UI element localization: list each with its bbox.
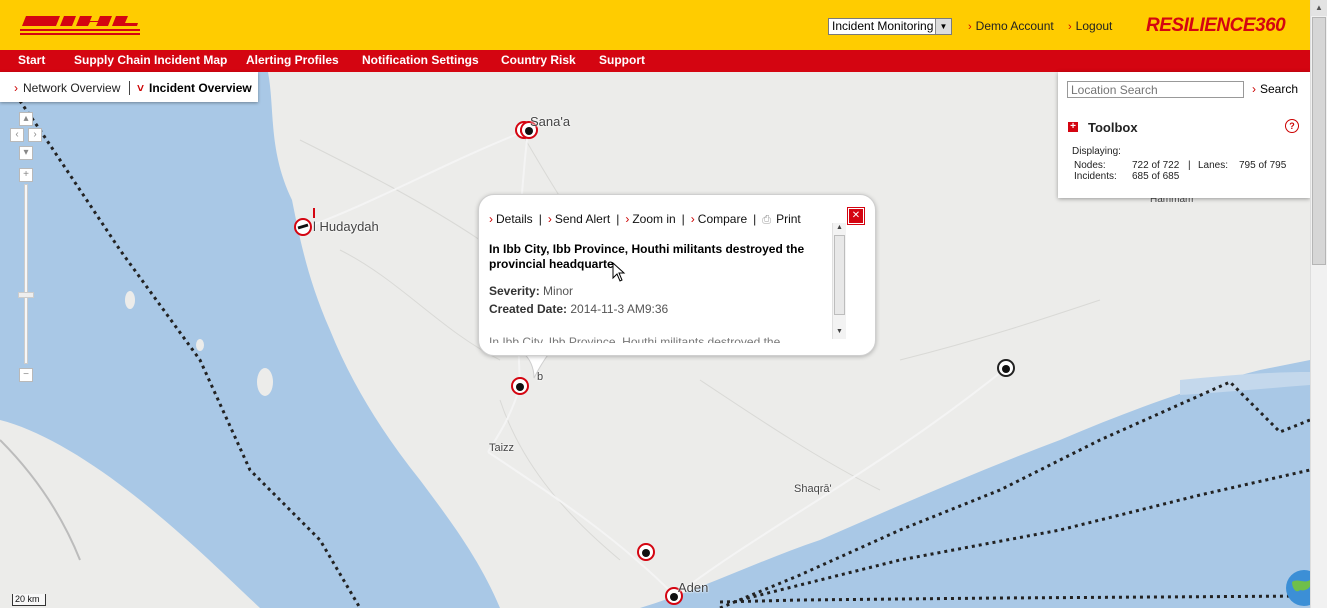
- mouse-cursor-icon: [612, 262, 626, 282]
- globe-icon[interactable]: [1284, 568, 1310, 608]
- displaying-label: Displaying:: [1072, 146, 1121, 157]
- nav-supply-chain-incident-map[interactable]: Supply Chain Incident Map: [74, 53, 227, 67]
- expand-plus-icon[interactable]: +: [1068, 122, 1078, 132]
- printer-icon: ⎙: [762, 214, 772, 226]
- caret-right-icon: ›: [1252, 82, 1256, 96]
- nav-alerting-profiles[interactable]: Alerting Profiles: [246, 53, 339, 67]
- tab-incident-overview[interactable]: ˅ Incident Overview: [137, 81, 252, 95]
- zoom-in-link[interactable]: › Zoom in: [625, 212, 675, 226]
- help-icon[interactable]: ?: [1285, 119, 1299, 133]
- tab-divider: [129, 81, 130, 95]
- tab-network-overview[interactable]: › Network Overview: [14, 81, 120, 95]
- scroll-up-icon[interactable]: ▲: [1311, 0, 1327, 16]
- incident-popup: › Details | › Send Alert | › Zoom in | › Compare | ⎙…: [478, 194, 876, 356]
- link-divider: |: [616, 212, 620, 226]
- nav-notification-settings[interactable]: Notification Settings: [362, 53, 479, 67]
- incident-marker[interactable]: [637, 543, 655, 561]
- created-date-field: Created Date: 2014-11-3 AM9:36: [489, 302, 669, 316]
- stats-divider: |: [1188, 160, 1191, 171]
- resilience360-brand: RESILIENCE360: [1146, 15, 1286, 36]
- map-label-hudaydah: l Hudaydah: [313, 219, 379, 234]
- map-scale: 20 km: [12, 594, 46, 606]
- header-bar: Incident Monitoring ▼ › Demo Account › Log…: [0, 0, 1310, 50]
- map-label-aden: Aden: [678, 580, 709, 595]
- map-label-sanaa: Sana'a: [530, 114, 571, 129]
- caret-right-icon: ›: [968, 21, 972, 33]
- created-date-value: 2014-11-3 AM9:36: [570, 302, 669, 316]
- main-nav: Start Supply Chain Incident Map Alerting…: [0, 50, 1310, 72]
- search-button[interactable]: › Search: [1252, 82, 1298, 96]
- caret-right-icon: ›: [547, 212, 552, 226]
- chevron-down-icon[interactable]: ▼: [935, 19, 951, 34]
- incident-description: In Ibb City, Ibb Province, Houthi milita…: [489, 335, 781, 343]
- mode-select[interactable]: Incident Monitoring ▼: [828, 18, 952, 35]
- nodes-value: 722 of 722: [1132, 160, 1180, 171]
- link-divider: |: [681, 212, 685, 226]
- scroll-up-icon[interactable]: ▲: [833, 223, 846, 233]
- view-tabs: › Network Overview ˅ Incident Overview: [0, 72, 258, 102]
- print-link[interactable]: ⎙ Print: [762, 212, 801, 226]
- demo-account-link[interactable]: › Demo Account: [968, 19, 1054, 33]
- popup-scroll-thumb[interactable]: [834, 235, 845, 315]
- zoom-out-icon[interactable]: −: [19, 368, 33, 382]
- severity-field: Severity: Minor: [489, 284, 574, 298]
- nav-country-risk[interactable]: Country Risk: [501, 53, 576, 67]
- incident-marker[interactable]: [294, 218, 312, 236]
- popup-pointer: [522, 352, 552, 379]
- caret-right-icon: ›: [1068, 21, 1072, 33]
- pan-up-icon[interactable]: ▴: [19, 112, 33, 126]
- pan-down-icon[interactable]: ▾: [19, 146, 33, 160]
- zoom-in-icon[interactable]: +: [19, 168, 33, 182]
- mode-select-value: Incident Monitoring: [832, 19, 934, 33]
- nav-start[interactable]: Start: [18, 53, 45, 67]
- send-alert-link[interactable]: › Send Alert: [548, 212, 610, 226]
- lanes-value: 795 of 795: [1239, 160, 1287, 171]
- caret-right-icon: ›: [14, 81, 18, 95]
- details-link[interactable]: › Details: [489, 212, 533, 226]
- close-icon[interactable]: ✕: [847, 207, 865, 225]
- compare-link[interactable]: › Compare: [691, 212, 747, 226]
- popup-actions: › Details | › Send Alert | › Zoom in | › Compare | ⎙…: [489, 212, 801, 227]
- page-scrollbar[interactable]: ▲: [1310, 0, 1327, 608]
- incident-marker[interactable]: [997, 359, 1015, 377]
- zoom-slider-track[interactable]: [24, 184, 28, 364]
- pan-left-icon[interactable]: ‹: [10, 128, 24, 142]
- link-divider: |: [538, 212, 542, 226]
- nodes-label: Nodes:: [1074, 160, 1106, 171]
- logout-link[interactable]: › Logout: [1068, 19, 1112, 33]
- incidents-label: Incidents:: [1074, 171, 1117, 182]
- incidents-value: 685 of 685: [1132, 171, 1180, 182]
- toolbox-panel: ›Search + Toolbox ? Displaying: Nodes: 7…: [1058, 72, 1310, 198]
- location-search-input[interactable]: [1067, 81, 1244, 98]
- caret-right-icon: ›: [489, 212, 493, 226]
- zoom-slider-thumb[interactable]: [18, 292, 34, 298]
- link-divider: |: [753, 212, 757, 226]
- alert-mark-icon: [313, 208, 315, 218]
- dhl-logo[interactable]: [20, 12, 140, 36]
- scroll-down-icon[interactable]: ▼: [833, 327, 846, 337]
- lanes-label: Lanes:: [1198, 160, 1229, 171]
- popup-scrollbar[interactable]: ▲ ▼: [832, 223, 846, 339]
- map-label-taizz: Taizz: [489, 442, 515, 454]
- toolbox-title[interactable]: Toolbox: [1088, 120, 1138, 135]
- caret-down-icon: ˅: [137, 81, 145, 95]
- pan-right-icon[interactable]: ›: [28, 128, 42, 142]
- page-scroll-thumb[interactable]: [1312, 17, 1326, 265]
- map-nav-control: ▴ ‹ › ▾ + −: [8, 112, 44, 392]
- severity-value: Minor: [543, 284, 574, 298]
- nav-support[interactable]: Support: [599, 53, 645, 67]
- caret-right-icon: ›: [625, 212, 630, 226]
- map-label-shaqra: Shaqrā': [794, 483, 832, 495]
- caret-right-icon: ›: [690, 212, 695, 226]
- incident-title: In Ibb City, Ibb Province, Houthi milita…: [489, 242, 805, 271]
